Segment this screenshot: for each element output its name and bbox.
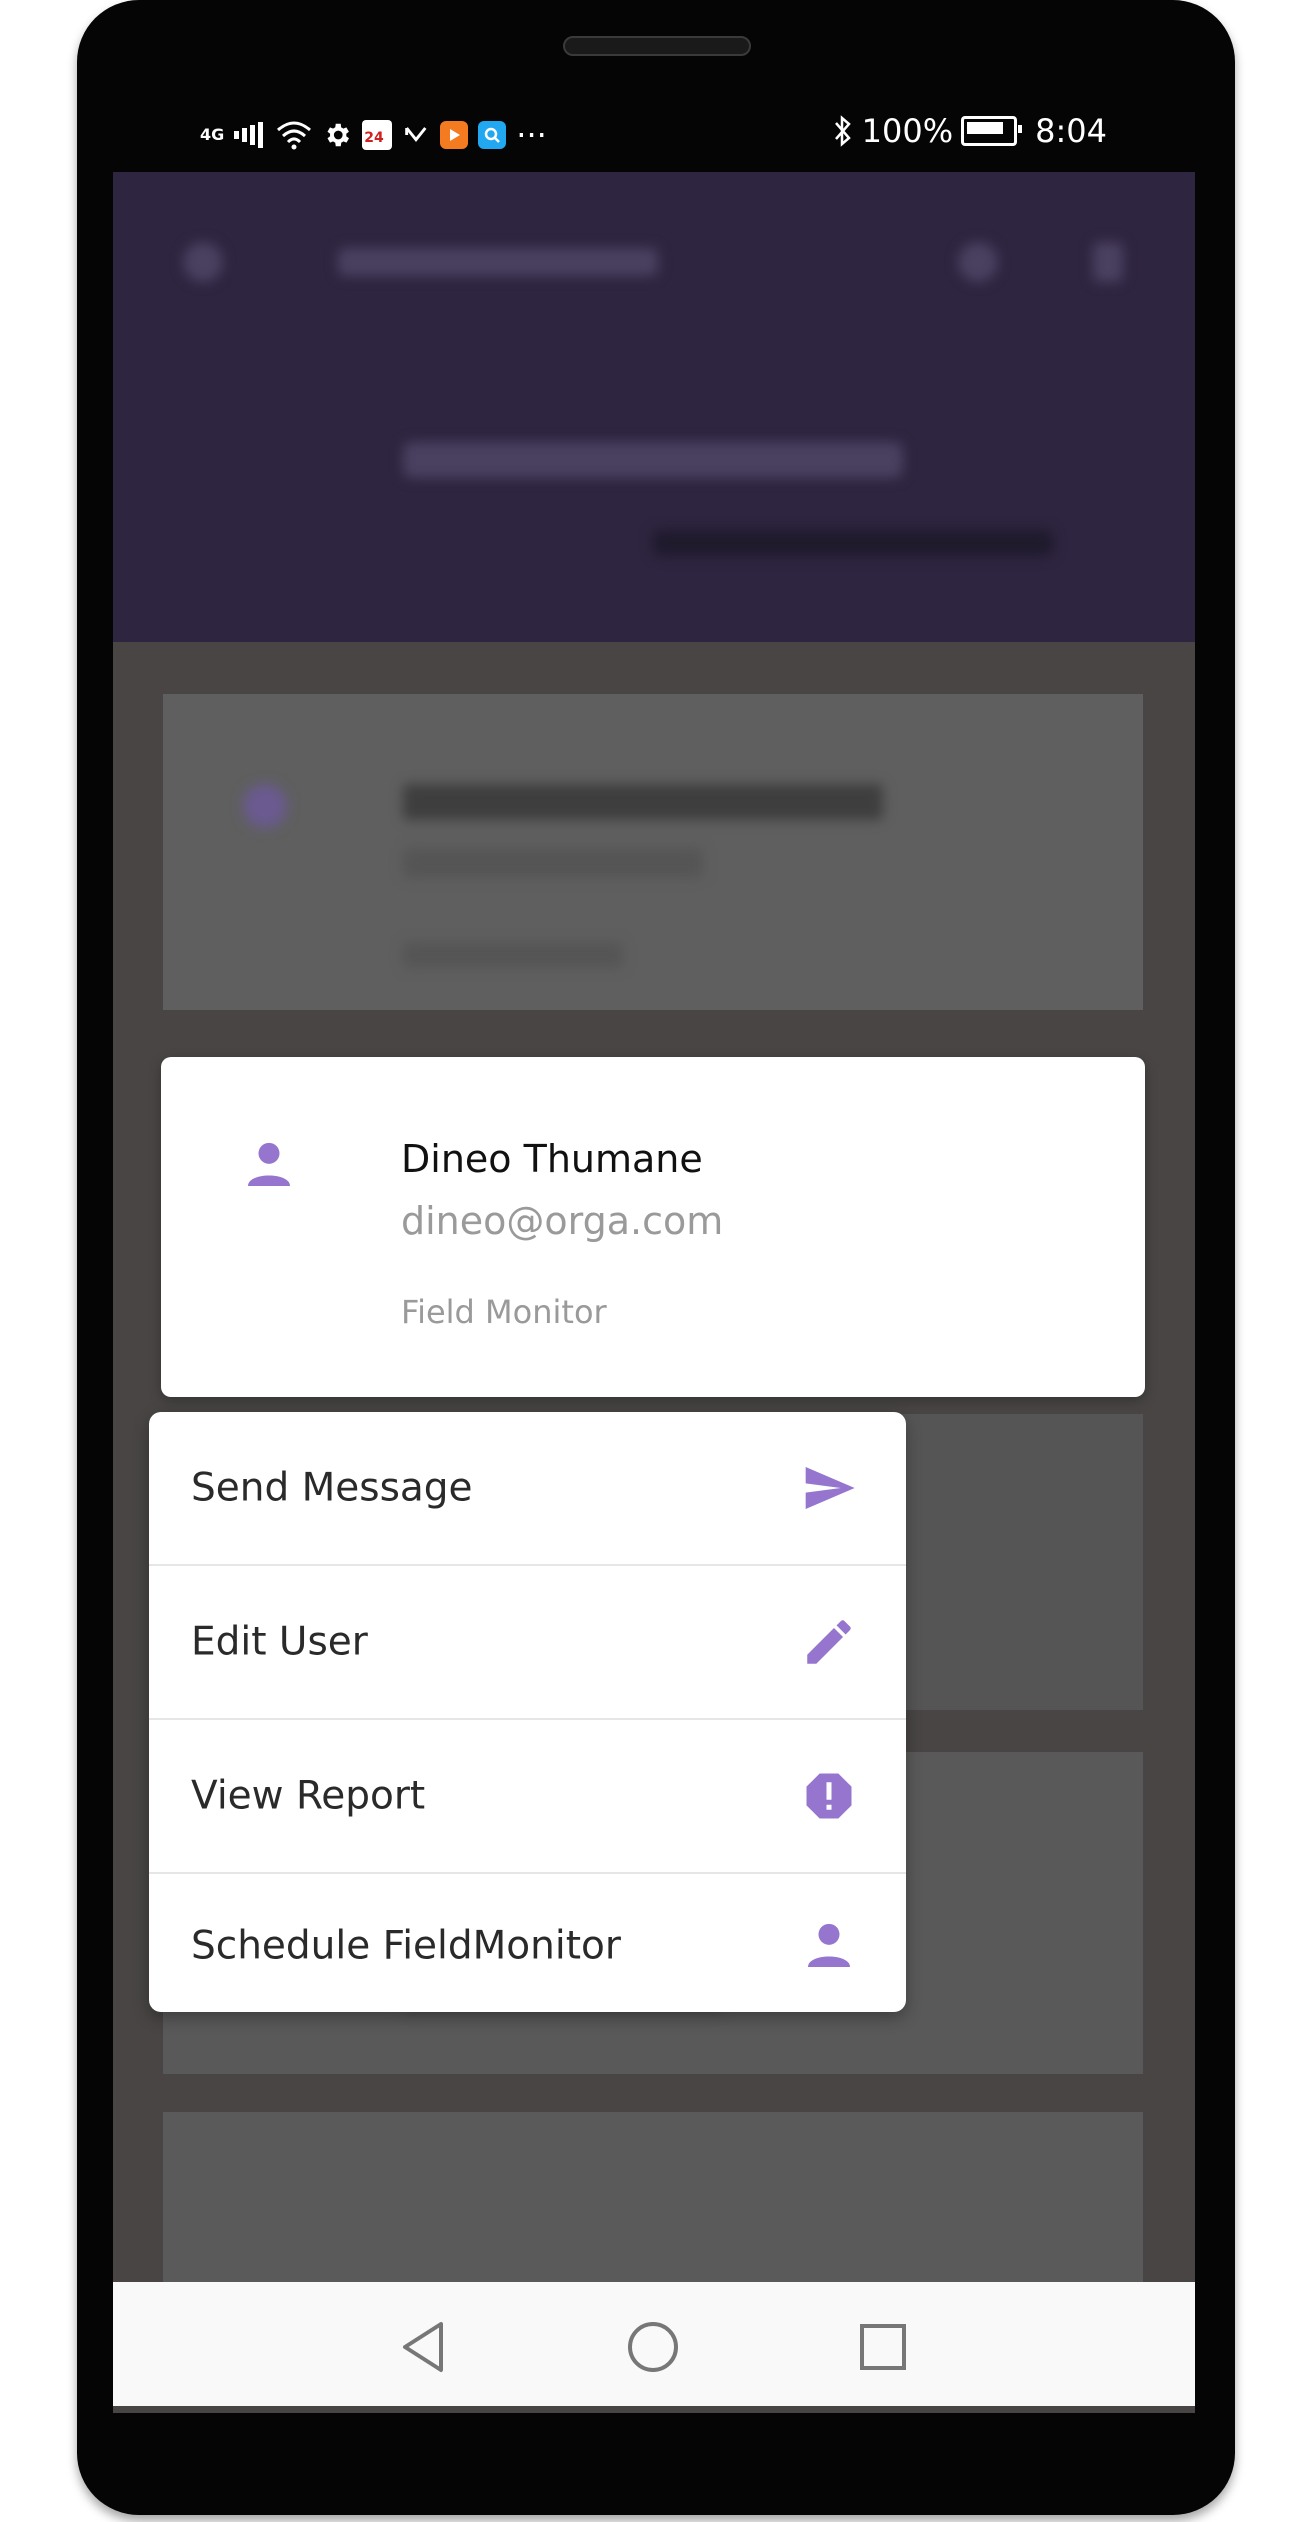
bluetooth-icon bbox=[832, 114, 854, 148]
battery-icon bbox=[961, 116, 1023, 146]
person-icon bbox=[241, 1137, 297, 1193]
recents-nav-icon[interactable] bbox=[856, 2320, 910, 2374]
gear-icon bbox=[322, 120, 352, 150]
menu-item-view-report[interactable]: View Report bbox=[149, 1720, 906, 1874]
person-icon bbox=[796, 1913, 862, 1979]
menu-item-label: Edit User bbox=[191, 1619, 368, 1665]
missed-call-icon bbox=[402, 121, 430, 149]
wifi-icon bbox=[276, 120, 312, 150]
dimmed-card-1 bbox=[163, 694, 1143, 1010]
pencil-icon bbox=[796, 1609, 862, 1675]
system-nav-bar bbox=[113, 2282, 1195, 2406]
menu-item-send-message[interactable]: Send Message bbox=[149, 1412, 906, 1566]
speaker-grille bbox=[563, 36, 751, 56]
dimmed-menu-icon bbox=[1093, 242, 1123, 282]
menu-item-label: Send Message bbox=[191, 1465, 473, 1511]
user-email: dineo@orga.com bbox=[401, 1199, 724, 1243]
context-menu: Send Message Edit User View Report Sched… bbox=[149, 1412, 906, 2012]
status-bar: 4G 24 ··· 100% 8:04 bbox=[113, 98, 1195, 172]
signal-icon bbox=[234, 122, 266, 148]
dimmed-subheading bbox=[653, 530, 1053, 556]
clock: 8:04 bbox=[1035, 112, 1107, 150]
network-label: 4G bbox=[200, 125, 225, 144]
user-card[interactable]: Dineo Thumane dineo@orga.com Field Monit… bbox=[161, 1057, 1145, 1397]
menu-item-schedule-fieldmonitor[interactable]: Schedule FieldMonitor bbox=[149, 1874, 906, 2012]
dimmed-app-header bbox=[113, 172, 1195, 642]
menu-item-label: Schedule FieldMonitor bbox=[191, 1923, 621, 1969]
menu-item-edit-user[interactable]: Edit User bbox=[149, 1566, 906, 1720]
user-name: Dineo Thumane bbox=[401, 1137, 703, 1181]
dimmed-org-name bbox=[403, 442, 903, 478]
dimmed-back-icon bbox=[183, 242, 223, 282]
user-role: Field Monitor bbox=[401, 1293, 607, 1331]
more-notifications-icon: ··· bbox=[516, 116, 547, 154]
video-app-icon bbox=[440, 121, 469, 149]
search-app-icon bbox=[478, 121, 507, 149]
back-nav-icon[interactable] bbox=[396, 2320, 450, 2374]
dimmed-action-icon bbox=[958, 242, 998, 282]
send-icon bbox=[796, 1455, 862, 1521]
calendar-icon: 24 bbox=[362, 120, 393, 150]
home-nav-icon[interactable] bbox=[626, 2320, 680, 2374]
menu-item-label: View Report bbox=[191, 1773, 426, 1819]
battery-percent: 100% bbox=[861, 112, 954, 150]
alert-octagon-icon bbox=[796, 1763, 862, 1829]
dimmed-title bbox=[338, 248, 658, 276]
